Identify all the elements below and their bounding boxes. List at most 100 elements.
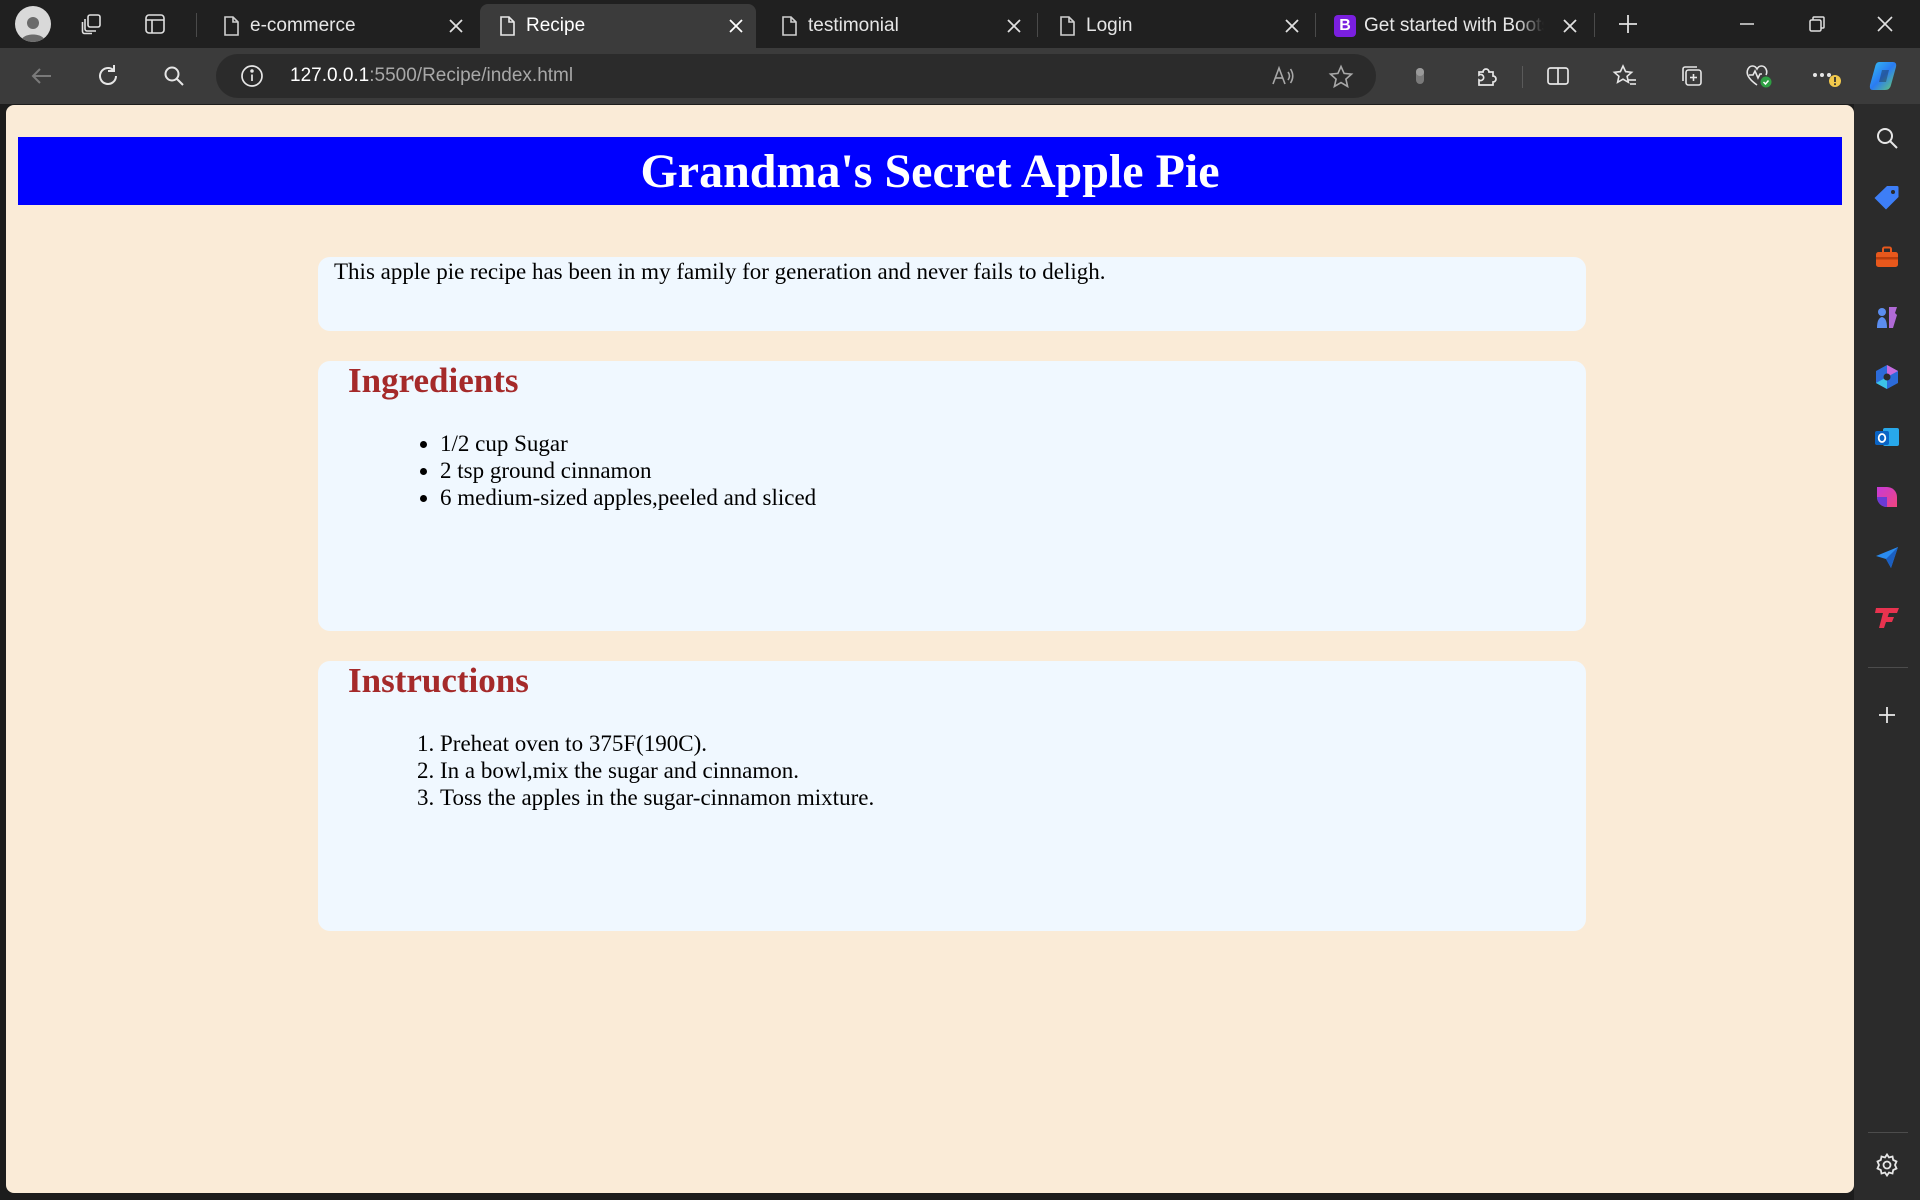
new-tab-button[interactable] [1600, 0, 1656, 48]
url-path: :5500/Recipe/index.html [369, 65, 574, 86]
url-host: 127.0.0.1 [290, 65, 370, 86]
send-paper-plane-icon [1873, 543, 1901, 571]
intro-card: This apple pie recipe has been in my fam… [318, 257, 1586, 331]
page-icon [778, 15, 800, 37]
tab-separator [1315, 13, 1316, 37]
toolbar: 127.0.0.1:5500/Recipe/index.html [0, 48, 1920, 104]
ingredients-card: Ingredients 1/2 cup Sugar 2 tsp ground c… [318, 361, 1586, 631]
sidebar-m365-button[interactable] [1867, 357, 1907, 397]
plus-icon [1876, 704, 1898, 726]
refresh-button[interactable] [88, 56, 128, 96]
sidebar-search-button[interactable] [1867, 118, 1907, 158]
sidebar-separator [1868, 1132, 1908, 1133]
tab-title: e-commerce [250, 15, 356, 36]
close-icon[interactable] [1560, 16, 1580, 36]
sidebar-games-button[interactable] [1867, 297, 1907, 337]
favorite-star-icon[interactable] [1328, 64, 1354, 90]
page-title: Grandma's Secret Apple Pie [640, 144, 1220, 198]
minimize-icon [1738, 15, 1756, 33]
profile-button[interactable] [5, 0, 61, 48]
designer-icon [1873, 483, 1901, 511]
search-button[interactable] [154, 56, 194, 96]
close-icon [1875, 14, 1895, 34]
workspaces-button[interactable] [64, 0, 120, 48]
search-icon [162, 64, 186, 88]
bootstrap-icon: B [1334, 15, 1356, 37]
settings-and-more-button[interactable] [1806, 56, 1846, 96]
page-icon [220, 15, 242, 37]
sidebar-drop-button[interactable] [1867, 537, 1907, 577]
sidebar-outlook-button[interactable] [1867, 417, 1907, 457]
shopping-tag-icon [1873, 183, 1901, 211]
minimize-button[interactable] [1712, 0, 1782, 48]
copilot-button[interactable] [1865, 56, 1905, 96]
favorites-list-icon [1612, 63, 1638, 89]
back-arrow-icon [29, 63, 55, 89]
extension-button[interactable] [1400, 56, 1440, 96]
favorites-button[interactable] [1605, 56, 1645, 96]
close-window-button[interactable] [1850, 0, 1920, 48]
close-icon[interactable] [446, 16, 466, 36]
sidebar-shopping-button[interactable] [1867, 177, 1907, 217]
tab-separator [1594, 13, 1595, 37]
copilot-icon [1867, 59, 1903, 93]
collections-button[interactable] [1672, 56, 1712, 96]
tab-title: Login [1086, 15, 1133, 36]
tab-title: Get started with Bootst [1364, 15, 1544, 36]
tab-testimonial[interactable]: testimonial [762, 4, 1034, 48]
intro-text: This apple pie recipe has been in my fam… [334, 259, 1106, 284]
info-icon[interactable] [240, 64, 264, 88]
back-button[interactable] [22, 56, 62, 96]
tab-actions-button[interactable] [127, 0, 183, 48]
instructions-card: Instructions Preheat oven to 375F(190C).… [318, 661, 1586, 931]
close-icon[interactable] [1004, 16, 1024, 36]
list-item: 2 tsp ground cinnamon [440, 457, 816, 484]
address-bar[interactable]: 127.0.0.1:5500/Recipe/index.html [216, 54, 1376, 98]
avatar [15, 6, 51, 42]
tab-separator [196, 13, 197, 37]
tab-bootstrap[interactable]: B Get started with Bootst [1318, 4, 1590, 48]
edge-sidebar [1854, 104, 1920, 1200]
app-logo-icon [1873, 603, 1901, 631]
split-screen-button[interactable] [1538, 56, 1578, 96]
list-item: Preheat oven to 375F(190C). [440, 730, 874, 757]
extension-badge-icon [1410, 65, 1430, 87]
sidebar-add-button[interactable] [1867, 695, 1907, 735]
toolbox-icon [1873, 243, 1901, 271]
sidebar-settings-button[interactable] [1867, 1145, 1907, 1185]
url-text: 127.0.0.1:5500/Recipe/index.html [290, 54, 573, 98]
browser-essentials-button[interactable] [1739, 56, 1779, 96]
puzzle-icon [1474, 63, 1500, 89]
sidebar-app-button[interactable] [1867, 597, 1907, 637]
workspaces-icon [80, 12, 104, 36]
extensions-button[interactable] [1467, 56, 1507, 96]
heart-pulse-icon [1744, 62, 1774, 90]
close-icon[interactable] [726, 16, 746, 36]
list-item: Toss the apples in the sugar-cinnamon mi… [440, 784, 874, 811]
page-viewport: Grandma's Secret Apple Pie This apple pi… [6, 105, 1854, 1193]
list-item: In a bowl,mix the sugar and cinnamon. [440, 757, 874, 784]
restore-button[interactable] [1782, 0, 1852, 48]
ingredients-list: 1/2 cup Sugar 2 tsp ground cinnamon 6 me… [440, 430, 816, 511]
instructions-heading: Instructions [348, 661, 529, 700]
outlook-icon [1873, 423, 1901, 451]
tab-title: Recipe [526, 15, 586, 36]
sidebar-tools-button[interactable] [1867, 237, 1907, 277]
search-icon [1874, 125, 1900, 151]
tab-login[interactable]: Login [1040, 4, 1312, 48]
close-icon[interactable] [1282, 16, 1302, 36]
refresh-icon [95, 63, 121, 89]
list-item: 1/2 cup Sugar [440, 430, 816, 457]
toolbar-divider [1522, 66, 1523, 88]
tab-strip: e-commerce Recipe testimonial Login B Ge… [0, 0, 1920, 48]
sidebar-separator [1868, 667, 1908, 668]
tab-e-commerce[interactable]: e-commerce [204, 4, 476, 48]
microsoft365-icon [1873, 363, 1901, 391]
sidebar-designer-button[interactable] [1867, 477, 1907, 517]
vertical-tabs-icon [143, 12, 167, 36]
tab-recipe[interactable]: Recipe [480, 4, 756, 48]
more-dots-icon [1810, 62, 1842, 90]
tab-separator [1037, 13, 1038, 37]
read-aloud-icon[interactable] [1270, 64, 1296, 88]
gear-icon [1874, 1152, 1900, 1178]
